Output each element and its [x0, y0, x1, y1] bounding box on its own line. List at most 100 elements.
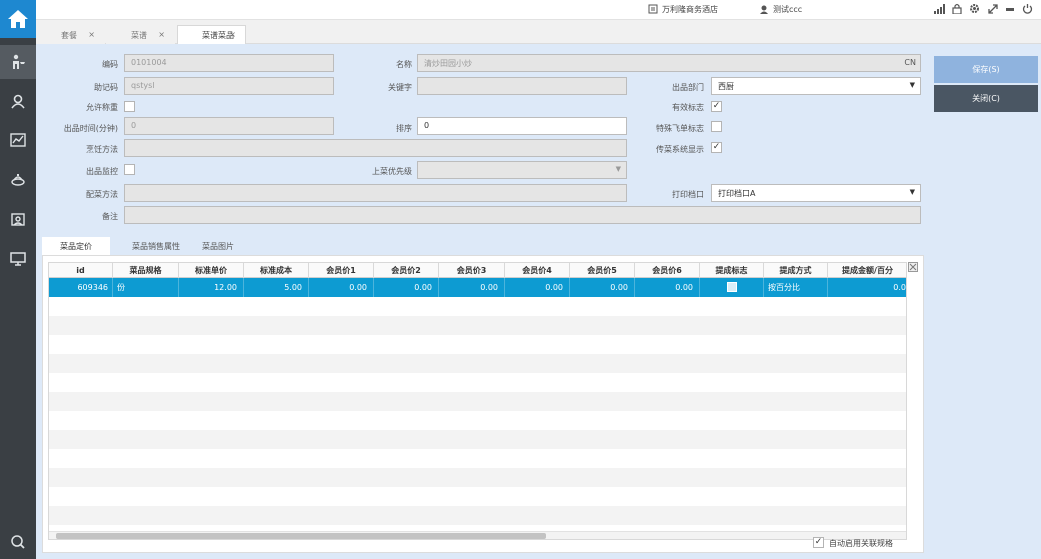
logout-icon — [11, 535, 25, 549]
col-header-member-price-2[interactable]: 会员价2 — [374, 263, 439, 278]
cell-member-price-6: 0.00 — [635, 278, 700, 297]
col-header-member-price-4[interactable]: 会员价4 — [505, 263, 570, 278]
home-button[interactable] — [0, 0, 36, 38]
table-row[interactable]: 609346 份 12.00 5.00 0.00 0.00 0.00 0.00 … — [49, 278, 906, 297]
name-field[interactable]: 清炒田园小炒 CN — [417, 54, 921, 72]
tab-package[interactable]: 套餐 × — [36, 25, 105, 44]
tab-menu[interactable]: 菜谱 × — [106, 25, 175, 44]
top-bar: 万利隆商务酒店 测试ccc — [36, 0, 1041, 20]
pricing-panel: id 菜品规格 标准单价 标准成本 会员价1 会员价2 会员价3 会员价4 会员… — [42, 255, 924, 553]
sidebar-item-member[interactable] — [0, 84, 36, 118]
commission-checkbox[interactable] — [727, 282, 737, 292]
print-port-value: 打印档口A — [718, 189, 756, 198]
col-header-member-price-3[interactable]: 会员价3 — [439, 263, 505, 278]
close-button[interactable]: 关闭(C) — [934, 85, 1038, 112]
col-header-member-price-5[interactable]: 会员价5 — [570, 263, 635, 278]
special-order-checkbox[interactable] — [711, 121, 722, 132]
pricing-table: id 菜品规格 标准单价 标准成本 会员价1 会员价2 会员价3 会员价4 会员… — [48, 262, 907, 540]
empty-row — [49, 316, 906, 335]
tab-label: 套餐 — [61, 31, 77, 40]
empty-row — [49, 354, 906, 373]
close-icon[interactable]: × — [158, 30, 165, 39]
sidebar-item-pos[interactable] — [0, 242, 36, 276]
cell-commission-flag — [700, 278, 764, 297]
empty-row — [49, 449, 906, 468]
sidebar-item-inventory[interactable] — [0, 202, 36, 236]
auto-enable-checkbox[interactable]: ✓ — [813, 537, 824, 548]
close-icon[interactable]: × — [229, 30, 236, 39]
cook-label: 烹饪方法 — [86, 145, 118, 154]
expand-icon[interactable] — [987, 3, 998, 14]
cell-member-price-4: 0.00 — [505, 278, 570, 297]
cell-member-price-2: 0.00 — [374, 278, 439, 297]
signal-icon — [934, 3, 945, 14]
empty-row — [49, 506, 906, 525]
col-header-id[interactable]: id — [49, 263, 113, 278]
priority-select[interactable]: ▼ — [417, 161, 627, 179]
name-label: 名称 — [396, 60, 412, 69]
col-header-std-cost[interactable]: 标准成本 — [244, 263, 309, 278]
priority-label: 上菜优先级 — [372, 167, 412, 176]
print-port-select[interactable]: 打印档口A ▼ — [711, 184, 921, 202]
subtab-images[interactable]: 菜品图片 — [186, 237, 250, 255]
valid-checkbox[interactable]: ✓ — [711, 101, 722, 112]
col-header-std-price[interactable]: 标准单价 — [179, 263, 244, 278]
sidebar-item-logout[interactable] — [0, 525, 36, 559]
tab-menu-dish[interactable]: 菜谱菜品 × — [177, 25, 246, 44]
remark-field[interactable] — [124, 206, 921, 224]
save-button[interactable]: 保存(S) — [934, 56, 1038, 83]
horizontal-scrollbar[interactable] — [49, 531, 906, 539]
kds-checkbox[interactable]: ✓ — [711, 142, 722, 153]
user-small-icon — [758, 3, 769, 14]
subtab-pricing[interactable]: 菜品定价 — [42, 237, 110, 255]
power-icon[interactable] — [1022, 3, 1033, 14]
tab-label: 菜谱 — [131, 31, 147, 40]
lock-icon[interactable] — [951, 3, 962, 14]
mnemonic-field[interactable]: qstysl — [124, 77, 334, 95]
table-header: id 菜品规格 标准单价 标准成本 会员价1 会员价2 会员价3 会员价4 会员… — [49, 263, 906, 278]
settings-small-icon[interactable] — [908, 262, 918, 272]
sort-field[interactable]: 0 — [417, 117, 627, 135]
allow-weigh-label: 允许称重 — [86, 103, 118, 112]
empty-row — [49, 430, 906, 449]
sidebar-item-dish[interactable] — [0, 163, 36, 197]
keyword-label: 关键字 — [388, 83, 412, 92]
dept-select[interactable]: 西厨 ▼ — [711, 77, 921, 95]
garnish-field[interactable] — [124, 184, 627, 202]
col-header-spec[interactable]: 菜品规格 — [113, 263, 179, 278]
kds-label: 传菜系统显示 — [656, 145, 704, 154]
empty-row — [49, 411, 906, 430]
empty-row — [49, 392, 906, 411]
col-header-commission-amount[interactable]: 提成金额/百分 — [828, 263, 906, 278]
language-suffix[interactable]: CN — [904, 58, 916, 67]
time-field[interactable]: 0 — [124, 117, 334, 135]
keyword-field[interactable] — [417, 77, 627, 95]
gear-icon[interactable] — [969, 3, 980, 14]
chevron-down-icon: ▼ — [909, 81, 915, 89]
cell-commission-method: 按百分比 — [764, 278, 828, 297]
sidebar-item-report[interactable] — [0, 123, 36, 157]
col-header-commission-method[interactable]: 提成方式 — [764, 263, 828, 278]
minimize-icon[interactable] — [1004, 3, 1015, 14]
user-name[interactable]: 测试ccc — [773, 4, 802, 15]
sidebar — [0, 0, 36, 559]
close-icon[interactable]: × — [88, 30, 95, 39]
hotel-name: 万利隆商务酒店 — [662, 5, 718, 14]
special-order-label: 特殊飞单标志 — [656, 124, 704, 133]
cell-std-price: 12.00 — [179, 278, 244, 297]
cell-commission-amount: 0.0 — [893, 283, 906, 292]
chevron-down-icon: ▼ — [615, 165, 621, 173]
col-header-commission-flag[interactable]: 提成标志 — [700, 263, 764, 278]
empty-row — [49, 373, 906, 392]
col-header-member-price-6[interactable]: 会员价6 — [635, 263, 700, 278]
chevron-down-icon: ▼ — [909, 188, 915, 196]
cell-member-price-1: 0.00 — [309, 278, 374, 297]
col-header-member-price-1[interactable]: 会员价1 — [309, 263, 374, 278]
code-field[interactable]: 0101004 — [124, 54, 334, 72]
dish-icon — [11, 174, 25, 186]
scrollbar-thumb[interactable] — [56, 533, 546, 539]
cook-field[interactable] — [124, 139, 627, 157]
allow-weigh-checkbox[interactable] — [124, 101, 135, 112]
sidebar-item-waiter[interactable] — [0, 45, 36, 79]
monitor-checkbox[interactable] — [124, 164, 135, 175]
